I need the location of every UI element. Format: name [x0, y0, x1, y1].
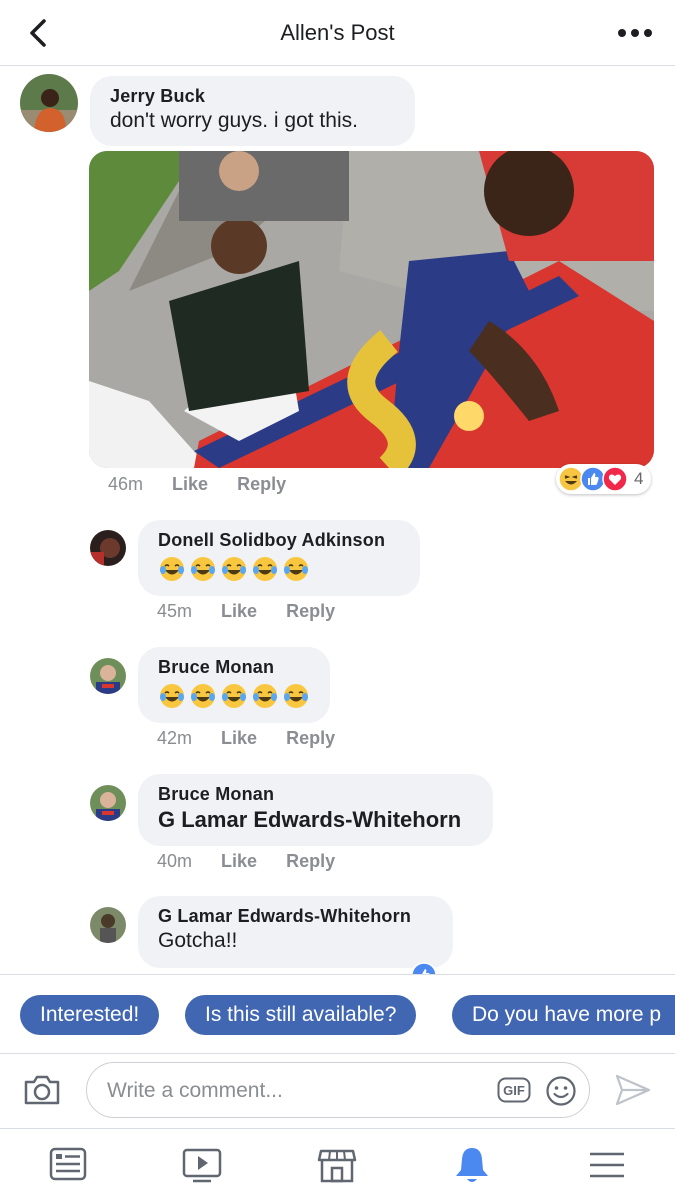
send-icon[interactable]	[612, 1072, 652, 1108]
tears-of-joy-emoji-icon	[191, 557, 215, 581]
reaction-summary[interactable]: 4	[556, 464, 652, 494]
comment-placeholder: Write a comment...	[107, 1079, 283, 1102]
emoji-row	[158, 682, 310, 710]
post-header: Allen's Post	[0, 0, 675, 66]
marketplace-icon[interactable]	[315, 1143, 359, 1187]
reply-link[interactable]: Reply	[286, 728, 335, 749]
avatar[interactable]	[90, 658, 126, 694]
comment-meta: 42m Like Reply	[157, 728, 359, 749]
commenter-name[interactable]: Jerry Buck	[110, 86, 395, 107]
quick-replies-bar: Interested! Is this still available? Do …	[0, 974, 675, 1054]
tears-of-joy-emoji-icon	[191, 684, 215, 708]
avatar[interactable]	[90, 530, 126, 566]
tears-of-joy-emoji-icon	[284, 557, 308, 581]
reaction-count: 4	[634, 469, 644, 488]
comment-time: 42m	[157, 728, 193, 748]
comment-bubble: Bruce Monan G Lamar Edwards-Whitehorn	[138, 774, 493, 846]
menu-icon[interactable]	[585, 1143, 629, 1187]
camera-icon[interactable]	[22, 1072, 62, 1108]
comment-meta: 45m Like Reply	[157, 601, 359, 622]
tears-of-joy-emoji-icon	[222, 684, 246, 708]
avatar[interactable]	[20, 74, 78, 132]
comment-bubble: Bruce Monan	[138, 647, 330, 723]
commenter-name[interactable]: G Lamar Edwards-Whitehorn	[158, 906, 433, 927]
comment-bubble: G Lamar Edwards-Whitehorn Gotcha!!	[138, 896, 453, 968]
watch-icon[interactable]	[180, 1143, 224, 1187]
like-link[interactable]: Like	[221, 728, 257, 749]
quick-reply-chip[interactable]: Is this still available?	[185, 995, 417, 1035]
comment-time: 45m	[157, 601, 193, 621]
tears-of-joy-emoji-icon	[253, 684, 277, 708]
tears-of-joy-emoji-icon	[253, 557, 277, 581]
tears-of-joy-emoji-icon	[284, 684, 308, 708]
reply-link[interactable]: Reply	[286, 851, 335, 872]
news-feed-icon[interactable]	[46, 1143, 90, 1187]
love-reaction-icon	[602, 466, 628, 492]
avatar[interactable]	[90, 785, 126, 821]
quick-reply-chip[interactable]: Do you have more p	[452, 995, 675, 1035]
notifications-icon[interactable]	[450, 1143, 494, 1187]
bottom-tab-bar	[0, 1128, 675, 1200]
page-title: Allen's Post	[280, 20, 395, 45]
quick-reply-chip[interactable]: Interested!	[20, 995, 160, 1035]
tears-of-joy-emoji-icon	[160, 684, 184, 708]
gif-icon[interactable]: GIF	[497, 1077, 531, 1103]
tears-of-joy-emoji-icon	[222, 557, 246, 581]
comment-composer: Write a comment... GIF	[0, 1054, 675, 1128]
like-link[interactable]: Like	[221, 601, 257, 622]
like-link[interactable]: Like	[172, 474, 208, 495]
comment-bubble: Donell Solidboy Adkinson	[138, 520, 420, 596]
emoji-row	[158, 555, 400, 583]
reply-link[interactable]: Reply	[286, 601, 335, 622]
more-dots-icon[interactable]	[615, 18, 655, 48]
gif-label: GIF	[503, 1083, 525, 1098]
comment-photo[interactable]	[89, 151, 654, 468]
like-link[interactable]: Like	[221, 851, 257, 872]
commenter-name[interactable]: Bruce Monan	[158, 784, 473, 805]
comment-time: 46m	[108, 474, 144, 494]
comment-input[interactable]: Write a comment... GIF	[86, 1062, 590, 1118]
reply-link[interactable]: Reply	[237, 474, 286, 495]
comment-time: 40m	[157, 851, 193, 871]
commenter-name[interactable]: Bruce Monan	[158, 657, 310, 678]
tears-of-joy-emoji-icon	[160, 557, 184, 581]
commenter-name[interactable]: Donell Solidboy Adkinson	[158, 530, 400, 551]
avatar[interactable]	[90, 907, 126, 943]
comment-bubble: Jerry Buck don't worry guys. i got this.	[90, 76, 415, 146]
comment-meta: 40m Like Reply	[157, 851, 359, 872]
smiley-icon[interactable]	[545, 1075, 577, 1107]
mentioned-user-link[interactable]: G Lamar Edwards-Whitehorn	[158, 807, 473, 833]
comment-text: don't worry guys. i got this.	[110, 109, 358, 132]
comment-meta: 46m Like Reply	[108, 474, 310, 495]
comment-text: Gotcha!!	[158, 929, 238, 952]
